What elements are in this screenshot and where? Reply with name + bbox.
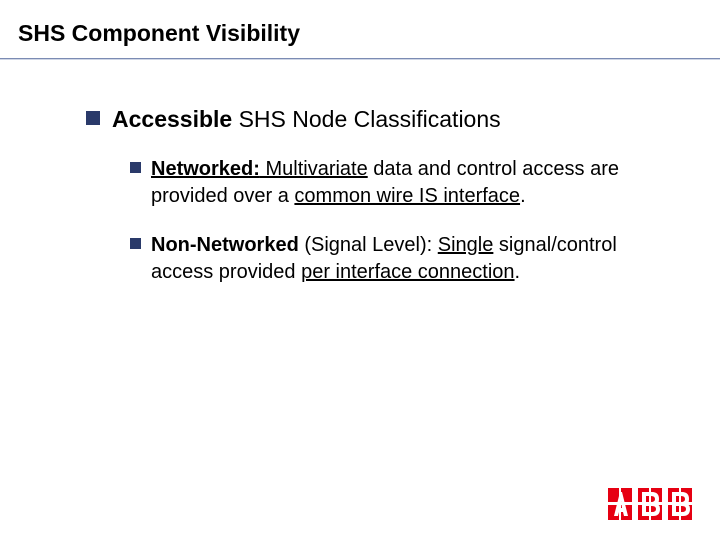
level1-text: Accessible SHS Node Classifications	[112, 105, 501, 134]
square-bullet-icon	[130, 162, 141, 173]
level1-strong: Accessible	[112, 106, 232, 132]
bullet-networked: Networked: Multivariate data and control…	[130, 156, 656, 210]
networked-seg1: Multivariate	[260, 158, 368, 180]
networked-text: Networked: Multivariate data and control…	[151, 156, 656, 210]
slide-title: SHS Component Visibility	[18, 20, 300, 47]
networked-seg4: .	[520, 185, 526, 207]
square-bullet-icon	[86, 111, 100, 125]
non-networked-seg5: .	[515, 261, 521, 283]
level1-rest: SHS Node Classifications	[232, 106, 500, 132]
non-networked-text: Non-Networked (Signal Level): Single sig…	[151, 232, 656, 286]
bullet-level1: Accessible SHS Node Classifications	[86, 105, 656, 134]
content-area: Accessible SHS Node Classifications Netw…	[86, 105, 656, 308]
non-networked-lead: Non-Networked	[151, 234, 299, 256]
abb-logo-icon	[608, 488, 692, 520]
networked-lead: Networked:	[151, 158, 260, 180]
non-networked-seg4: per interface connection	[301, 261, 514, 283]
bullet-non-networked: Non-Networked (Signal Level): Single sig…	[130, 232, 656, 286]
title-divider	[0, 58, 720, 60]
square-bullet-icon	[130, 238, 141, 249]
networked-seg3: common wire IS interface	[294, 185, 520, 207]
non-networked-seg1: (Signal Level):	[299, 234, 438, 256]
level2-group: Networked: Multivariate data and control…	[130, 156, 656, 286]
non-networked-seg2: Single	[438, 234, 494, 256]
slide: SHS Component Visibility Accessible SHS …	[0, 0, 720, 540]
